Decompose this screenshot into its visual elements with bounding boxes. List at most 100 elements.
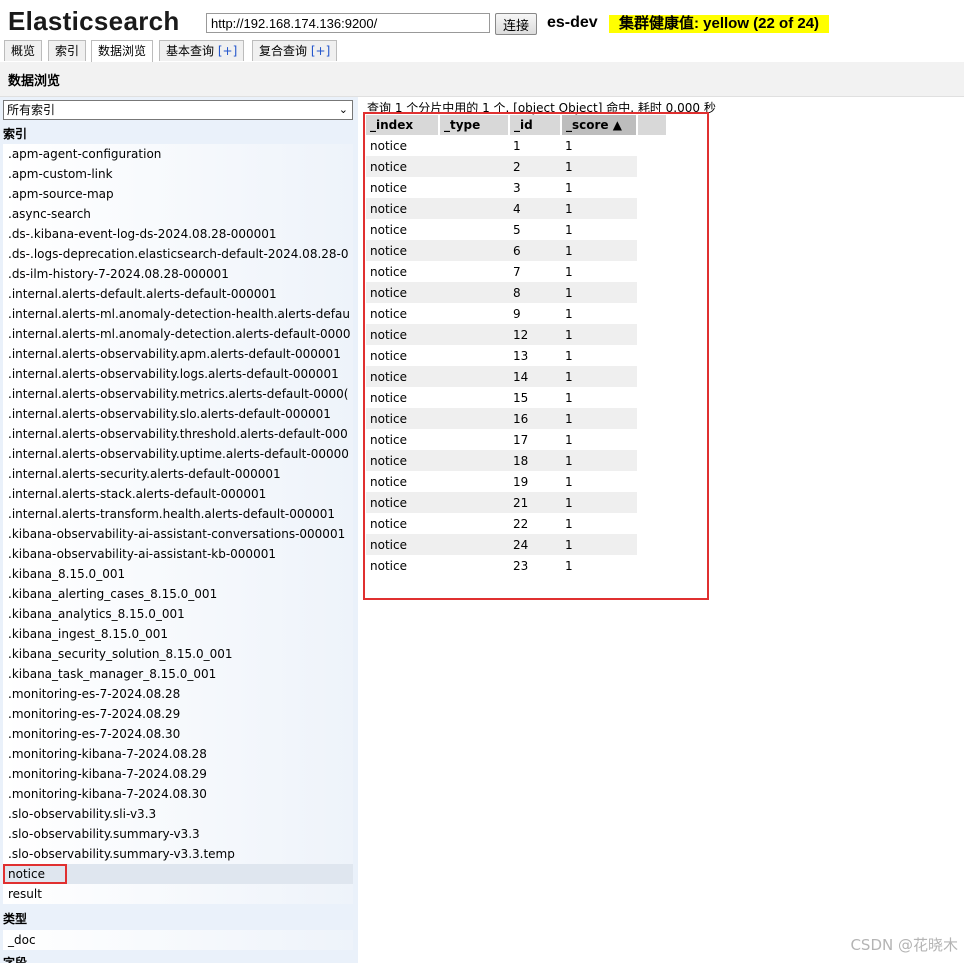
table-row[interactable]: notice 3 1 (366, 177, 667, 198)
index-list-item[interactable]: .apm-source-map (3, 184, 353, 204)
index-list-item[interactable]: .internal.alerts-security.alerts-default… (3, 464, 353, 484)
results-table: _index _type _id _score ▲ notice 1 1 notice… (366, 115, 668, 576)
index-name: notice (3, 864, 67, 884)
table-cell (439, 534, 509, 555)
index-list-item[interactable]: .internal.alerts-observability.logs.aler… (3, 364, 353, 384)
table-cell: 2 (509, 156, 561, 177)
table-cell: 9 (513, 306, 521, 321)
index-list-item[interactable]: .kibana_task_manager_8.15.0_001 (3, 664, 353, 684)
index-list-item[interactable]: .kibana_security_solution_8.15.0_001 (3, 644, 353, 664)
table-row[interactable]: notice 19 1 (366, 471, 667, 492)
table-cell: notice (366, 240, 439, 261)
table-row[interactable]: notice 1 1 (366, 135, 667, 156)
index-name: .kibana_8.15.0_001 (8, 567, 126, 581)
table-row[interactable]: notice 9 1 (366, 303, 667, 324)
index-list-item[interactable]: result (3, 884, 353, 904)
index-list-item[interactable]: .slo-observability.summary-v3.3 (3, 824, 353, 844)
index-list-item[interactable]: .monitoring-es-7-2024.08.28 (3, 684, 353, 704)
index-list-item[interactable]: .monitoring-kibana-7-2024.08.28 (3, 744, 353, 764)
table-row[interactable]: notice 12 1 (366, 324, 667, 345)
index-list-item[interactable]: .internal.alerts-observability.slo.alert… (3, 404, 353, 424)
table-cell: 5 (513, 222, 521, 237)
index-list-item[interactable]: notice (3, 864, 353, 884)
index-name: result (8, 887, 42, 901)
table-row[interactable]: notice 5 1 (366, 219, 667, 240)
index-list-item[interactable]: .slo-observability.sli-v3.3 (3, 804, 353, 824)
chevron-down-icon: ⌄ (338, 103, 348, 116)
index-list-item[interactable]: .internal.alerts-transform.health.alerts… (3, 504, 353, 524)
table-row[interactable]: notice 21 1 (366, 492, 667, 513)
connect-button[interactable]: 连接 (495, 13, 537, 35)
index-list-item[interactable]: .internal.alerts-ml.anomaly-detection-he… (3, 304, 353, 324)
table-row[interactable]: notice 4 1 (366, 198, 667, 219)
table-row[interactable]: notice 14 1 (366, 366, 667, 387)
column-header-id[interactable]: _id (509, 115, 562, 135)
index-list-item[interactable]: .internal.alerts-stack.alerts-default-00… (3, 484, 353, 504)
index-list-item[interactable]: .internal.alerts-observability.metrics.a… (3, 384, 353, 404)
index-list-item[interactable]: .ds-ilm-history-7-2024.08.28-000001 (3, 264, 353, 284)
index-name: .ds-.logs-deprecation.elasticsearch-defa… (8, 247, 349, 261)
table-cell-spacer (637, 513, 667, 534)
index-name: .internal.alerts-default.alerts-default-… (8, 287, 277, 301)
table-cell: 12 (509, 324, 561, 345)
table-row[interactable]: notice 6 1 (366, 240, 667, 261)
column-header-score[interactable]: _score ▲ (561, 115, 638, 135)
watermark: CSDN @花晓木 (850, 936, 958, 954)
index-list-item[interactable]: .kibana_8.15.0_001 (3, 564, 353, 584)
index-list-item[interactable]: .internal.alerts-ml.anomaly-detection.al… (3, 324, 353, 344)
column-header-index[interactable]: _index (366, 115, 440, 135)
index-list-item[interactable]: .monitoring-kibana-7-2024.08.30 (3, 784, 353, 804)
index-list-item[interactable]: .kibana-observability-ai-assistant-conve… (3, 524, 353, 544)
index-list-item[interactable]: .internal.alerts-observability.uptime.al… (3, 444, 353, 464)
table-row[interactable]: notice 2 1 (366, 156, 667, 177)
tab-overview[interactable]: 概览 (4, 40, 43, 61)
table-cell-spacer (637, 135, 667, 156)
table-cell-spacer (637, 492, 667, 513)
table-cell: notice (366, 408, 439, 429)
tab-basic-query[interactable]: 基本查询 [+] (159, 40, 245, 61)
index-list-item[interactable]: .ds-.kibana-event-log-ds-2024.08.28-0000… (3, 224, 353, 244)
index-list-item[interactable]: .apm-custom-link (3, 164, 353, 184)
column-header-type[interactable]: _type (439, 115, 510, 135)
app-header: Elasticsearch 连接 es-dev 集群健康值: yellow (2… (0, 0, 964, 40)
index-name: .monitoring-kibana-7-2024.08.28 (8, 747, 207, 761)
index-select[interactable]: 所有索引 ⌄ (3, 100, 353, 120)
tab-browser[interactable]: 数据浏览 (91, 40, 154, 63)
index-list-item[interactable]: .monitoring-es-7-2024.08.30 (3, 724, 353, 744)
index-list-item[interactable]: .kibana_ingest_8.15.0_001 (3, 624, 353, 644)
index-list-item[interactable]: .internal.alerts-observability.threshold… (3, 424, 353, 444)
index-list-item[interactable]: .internal.alerts-observability.apm.alert… (3, 344, 353, 364)
type-item[interactable]: _doc (3, 930, 353, 950)
index-list-item[interactable]: .slo-observability.summary-v3.3.temp (3, 844, 353, 864)
index-list-item[interactable]: .monitoring-kibana-7-2024.08.29 (3, 764, 353, 784)
index-list-item[interactable]: .kibana_analytics_8.15.0_001 (3, 604, 353, 624)
table-row[interactable]: notice 16 1 (366, 408, 667, 429)
index-name: .internal.alerts-observability.apm.alert… (8, 347, 341, 361)
table-cell (439, 555, 509, 576)
table-row[interactable]: notice 13 1 (366, 345, 667, 366)
tab-compound-query[interactable]: 复合查询 [+] (252, 40, 338, 61)
table-cell-spacer (637, 177, 667, 198)
table-cell: 8 (509, 282, 561, 303)
table-row[interactable]: notice 8 1 (366, 282, 667, 303)
table-cell-spacer (637, 408, 667, 429)
cluster-url-input[interactable] (206, 13, 490, 33)
tab-indices[interactable]: 索引 (48, 40, 87, 61)
table-row[interactable]: notice 17 1 (366, 429, 667, 450)
table-cell (439, 324, 509, 345)
index-list-item[interactable]: .async-search (3, 204, 353, 224)
index-list-item[interactable]: .internal.alerts-default.alerts-default-… (3, 284, 353, 304)
table-row[interactable]: notice 23 1 (366, 555, 667, 576)
table-row[interactable]: notice 22 1 (366, 513, 667, 534)
index-list-item[interactable]: .apm-agent-configuration (3, 144, 353, 164)
index-list-item[interactable]: .monitoring-es-7-2024.08.29 (3, 704, 353, 724)
index-list-item[interactable]: .ds-.logs-deprecation.elasticsearch-defa… (3, 244, 353, 264)
table-row[interactable]: notice 24 1 (366, 534, 667, 555)
table-cell: 1 (565, 222, 573, 237)
table-row[interactable]: notice 18 1 (366, 450, 667, 471)
index-list-item[interactable]: .kibana-observability-ai-assistant-kb-00… (3, 544, 353, 564)
table-row[interactable]: notice 15 1 (366, 387, 667, 408)
table-cell (439, 282, 509, 303)
table-row[interactable]: notice 7 1 (366, 261, 667, 282)
index-list-item[interactable]: .kibana_alerting_cases_8.15.0_001 (3, 584, 353, 604)
